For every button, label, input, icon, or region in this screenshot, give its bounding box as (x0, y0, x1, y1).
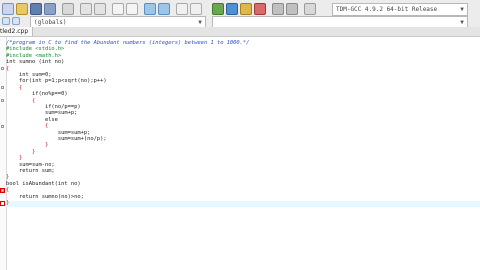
unindent-icon[interactable] (158, 3, 170, 15)
undo-icon[interactable] (80, 3, 92, 15)
chevron-down-icon: ▼ (460, 6, 464, 13)
compile-icon[interactable] (212, 3, 224, 15)
redo-icon[interactable] (94, 3, 106, 15)
fold-toggle-icon[interactable] (1, 67, 4, 71)
fold-toggle-icon[interactable] (1, 124, 4, 128)
print-icon[interactable] (62, 3, 74, 15)
goto-bookmark-icon[interactable] (190, 3, 202, 15)
fold-toggle-icon[interactable] (1, 86, 4, 90)
open-folder-icon[interactable] (16, 3, 28, 15)
current-line-highlight (6, 200, 480, 207)
debug-icon[interactable] (272, 3, 284, 15)
stop-icon[interactable] (286, 3, 298, 15)
compiler-select[interactable]: TDM-GCC 4.9.2 64-bit Release ▼ (332, 3, 468, 16)
save-all-icon[interactable] (44, 3, 56, 15)
new-file-icon[interactable] (2, 3, 14, 15)
save-icon[interactable] (30, 3, 42, 15)
fold-toggle-icon[interactable] (1, 99, 4, 103)
breakpoint-icon[interactable] (0, 200, 5, 206)
code-line: return sum; (6, 168, 55, 174)
class-browser-icon[interactable] (2, 17, 10, 25)
rebuild-icon[interactable] (254, 3, 266, 15)
code-line: bool isAbundant(int no) (6, 180, 81, 187)
breakpoint-icon[interactable] (0, 187, 5, 193)
run-icon[interactable] (226, 3, 238, 15)
code-line: } (6, 200, 10, 206)
replace-icon[interactable] (126, 3, 138, 15)
toolbar-row-scope: (globals) ▼ ▼ (0, 16, 480, 29)
indent-icon[interactable] (144, 3, 156, 15)
editor-tab-bar: tled2.cpp (0, 27, 480, 37)
code-line: int sumno (int no) (6, 59, 65, 66)
compile-run-icon[interactable] (240, 3, 252, 15)
toggle-bookmark-icon[interactable] (176, 3, 188, 15)
code-line: return sumno(no)>no; (6, 193, 84, 200)
goto-declaration-icon[interactable] (12, 17, 20, 25)
find-icon[interactable] (112, 3, 124, 15)
compiler-select-value: TDM-GCC 4.9.2 64-bit Release (336, 6, 438, 13)
scope-select-value: (globals) (34, 19, 67, 26)
profile-icon[interactable] (304, 3, 316, 15)
code-editor[interactable]: /*program in C to find the Abundant numb… (0, 37, 480, 270)
tab-untitled2[interactable]: tled2.cpp (0, 27, 34, 36)
tab-label: tled2.cpp (0, 28, 29, 35)
